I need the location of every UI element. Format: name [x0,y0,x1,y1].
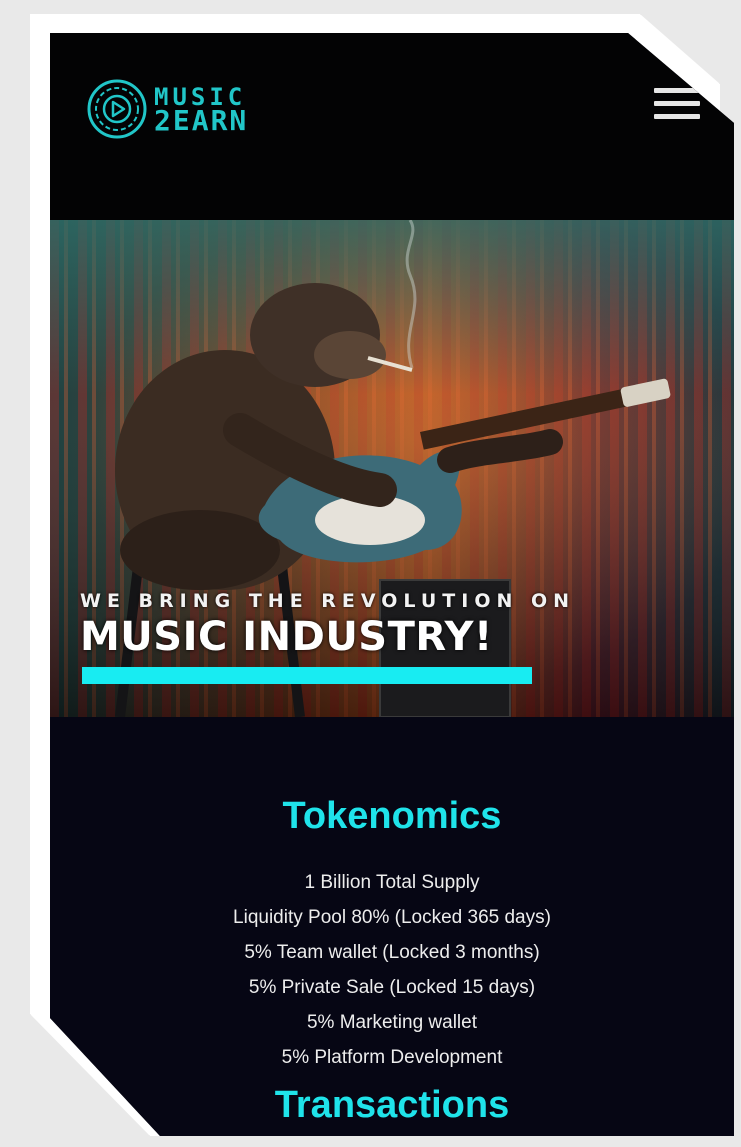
menu-bar [654,101,700,106]
menu-bar [654,88,700,93]
tokenomics-list: 1 Billion Total Supply Liquidity Pool 80… [50,865,734,1075]
menu-bar [654,114,700,119]
screenshot-frame: MUSIC 2EARN WE BRING THE REVOLUTION ON M… [0,0,741,1147]
mobile-screen: MUSIC 2EARN WE BRING THE REVOLUTION ON M… [50,33,734,1136]
tokenomics-item: 1 Billion Total Supply [304,872,480,893]
hero-subtitle: WE BRING THE REVOLUTION ON [80,590,576,612]
transactions-heading: Transactions [274,1084,510,1126]
tokenomics-item: 5% Marketing wallet [306,1012,478,1033]
tokenomics-item: 5% Platform Development [281,1047,503,1068]
brand-wordmark: MUSIC 2EARN [154,85,249,137]
hero-banner: WE BRING THE REVOLUTION ON MUSIC INDUSTR… [50,220,734,717]
play-disc-icon [87,79,147,139]
brand-logo[interactable]: MUSIC 2EARN [86,78,248,140]
brand-line-2: 2EARN [154,104,249,137]
hamburger-menu-icon[interactable] [654,88,700,128]
tokenomics-item: 5% Team wallet (Locked 3 months) [244,942,540,963]
hero-underline [82,667,532,684]
hero-title: MUSIC INDUSTRY! [80,614,493,660]
site-header: MUSIC 2EARN [50,33,734,220]
tokenomics-section: Tokenomics 1 Billion Total Supply Liquid… [50,717,734,1136]
tokenomics-heading: Tokenomics [282,795,502,837]
tokenomics-item: 5% Private Sale (Locked 15 days) [248,977,536,998]
tokenomics-item: Liquidity Pool 80% (Locked 365 days) [233,907,551,928]
